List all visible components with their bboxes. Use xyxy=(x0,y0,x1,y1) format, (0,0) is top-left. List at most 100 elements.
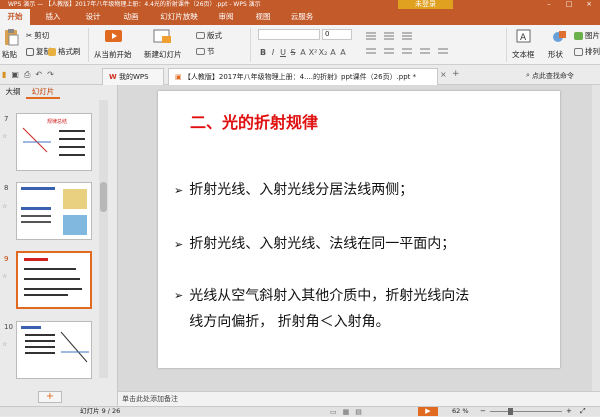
section-button[interactable]: 节 xyxy=(196,45,215,58)
view-buttons: ▭ ▦ ▤ xyxy=(330,408,400,416)
undo-icon[interactable]: ↶ xyxy=(35,70,42,80)
save-icon[interactable]: ▣ xyxy=(11,70,19,80)
fit-window-icon[interactable]: ⤢ xyxy=(580,407,586,416)
slide-thumbnail-9[interactable] xyxy=(16,251,92,309)
italic-button[interactable]: I xyxy=(268,47,278,58)
minimize-button[interactable]: – xyxy=(540,0,558,9)
bold-button[interactable]: B xyxy=(258,47,268,58)
slide-number: 7 xyxy=(4,115,9,123)
zoom-in-button[interactable]: + xyxy=(566,407,572,416)
bullet-arrow-icon: ➢ xyxy=(174,289,184,302)
login-button[interactable]: 未登录 xyxy=(398,0,453,9)
slide-canvas: 二、光的折射规律 ➢ 折射光线、入射光线分居法线两侧； ➢ 折射光线、入射光线、… xyxy=(118,85,600,391)
slide-thumbnail-10[interactable] xyxy=(16,321,92,379)
bullet-text: 折射光线、入射光线、法线在同一平面内； xyxy=(189,236,456,252)
bullet-item[interactable]: ➢ 折射光线、入射光线分居法线两侧； xyxy=(174,177,413,203)
play-icon[interactable] xyxy=(104,28,124,44)
slide-title[interactable]: 二、光的折射规律 xyxy=(190,109,318,133)
tab-home[interactable]: 开始 xyxy=(0,9,30,25)
grow-font-button[interactable]: A xyxy=(328,47,338,58)
wps-logo-icon: W xyxy=(109,73,117,81)
star-icon: ☆ xyxy=(2,273,8,280)
superscript-button[interactable]: X² xyxy=(308,47,318,58)
canvas-scrollbar[interactable] xyxy=(592,85,600,391)
slide-thumbnail-8[interactable] xyxy=(16,182,92,240)
tab-design[interactable]: 设计 xyxy=(80,9,106,25)
bullet-item[interactable]: ➢ 折射光线、入射光线、法线在同一平面内； xyxy=(174,231,455,257)
shrink-font-button[interactable]: A xyxy=(338,47,348,58)
sorter-view-icon[interactable]: ▦ xyxy=(343,408,350,416)
zoom-slider[interactable] xyxy=(490,411,562,412)
tab-slides[interactable]: 幻灯片 xyxy=(26,85,60,99)
close-window-button[interactable]: × xyxy=(580,0,598,9)
subscript-button[interactable]: X₂ xyxy=(318,47,328,58)
shape-button[interactable]: 形状 xyxy=(548,49,563,60)
reading-view-icon[interactable]: ▤ xyxy=(355,408,362,416)
svg-text:规律总结: 规律总结 xyxy=(47,118,67,125)
redo-icon[interactable]: ↷ xyxy=(47,70,54,80)
normal-view-icon[interactable]: ▭ xyxy=(330,408,337,416)
font-color-button[interactable]: A xyxy=(298,47,308,58)
bullet-arrow-icon: ➢ xyxy=(174,237,184,251)
from-current-button[interactable]: 从当前开始 xyxy=(94,49,132,60)
star-icon: ☆ xyxy=(2,133,8,140)
print-icon[interactable]: ⎙ xyxy=(24,70,30,80)
slide-panel-scrollbar[interactable] xyxy=(99,100,108,378)
textbox-icon[interactable]: A xyxy=(516,28,532,44)
document-tab-bar: ▮ ▣ ⎙ ↶ ↷ W 我的WPS ▣ 【人教版】2017年八年级物理上册：4.… xyxy=(0,65,600,85)
tab-review[interactable]: 审阅 xyxy=(213,9,239,25)
font-family-select[interactable] xyxy=(258,29,320,40)
paragraph-group xyxy=(362,29,502,59)
tab-insert[interactable]: 插入 xyxy=(40,9,66,25)
paste-label[interactable]: 粘贴 xyxy=(2,49,17,60)
slide-number: 8 xyxy=(4,184,9,192)
brush-icon xyxy=(48,47,56,56)
bullet-text: 折射光线、入射光线分居法线两侧； xyxy=(189,182,414,198)
tab-outline[interactable]: 大纲 xyxy=(0,85,26,99)
divider xyxy=(506,28,507,62)
bullet-text: 光线从空气斜射入其他介质中，折射光线向法 线方向偏折， 折射角＜入射角。 xyxy=(189,288,470,330)
picture-icon xyxy=(574,31,583,40)
tab-slideshow[interactable]: 幻灯片放映 xyxy=(155,9,203,25)
underline-button[interactable]: U xyxy=(278,47,288,58)
layout-icon xyxy=(196,32,205,39)
zoom-slider-handle[interactable] xyxy=(508,408,513,415)
layout-button[interactable]: 版式 xyxy=(196,29,222,42)
tab-cloud[interactable]: 云服务 xyxy=(285,9,319,25)
new-slide-icon[interactable] xyxy=(152,28,172,44)
tab-animation[interactable]: 动画 xyxy=(118,9,144,25)
zoom-out-button[interactable]: − xyxy=(480,407,486,416)
bullet-item[interactable]: ➢ 光线从空气斜射入其他介质中，折射光线向法 线方向偏折， 折射角＜入射角。 xyxy=(174,283,469,335)
maximize-button[interactable]: □ xyxy=(560,0,578,9)
play-slideshow-button[interactable]: ▶ xyxy=(418,407,438,416)
picture-button[interactable]: 图片 xyxy=(574,29,600,42)
tab-document[interactable]: ▣ 【人教版】2017年八年级物理上册：4....的折射》ppt课件（26页）.… xyxy=(168,68,438,85)
new-tab-button[interactable]: + xyxy=(452,69,460,79)
cut-button[interactable]: ✂ 剪切 xyxy=(26,29,49,42)
format-painter-button[interactable]: 格式刷 xyxy=(48,45,81,58)
divider xyxy=(250,28,251,62)
add-slide-button[interactable]: + xyxy=(38,391,62,403)
paste-icon[interactable] xyxy=(2,28,20,46)
textbox-button[interactable]: 文本框 xyxy=(512,49,535,60)
font-size-select[interactable]: 0 xyxy=(322,29,352,40)
slide-number: 9 xyxy=(4,255,9,263)
svg-text:A: A xyxy=(520,33,527,43)
slide-thumbnail-7[interactable]: 规律总结 xyxy=(16,113,92,171)
slide[interactable]: 二、光的折射规律 ➢ 折射光线、入射光线分居法线两侧； ➢ 折射光线、入射光线、… xyxy=(158,91,560,368)
close-tab-button[interactable]: × xyxy=(440,70,447,79)
new-slide-button[interactable]: 新建幻灯片 xyxy=(144,49,182,60)
tab-view[interactable]: 视图 xyxy=(250,9,276,25)
scrollbar-thumb[interactable] xyxy=(100,182,107,212)
play-icon: ▶ xyxy=(425,407,431,415)
strike-button[interactable]: S xyxy=(288,47,298,58)
folder-icon[interactable]: ▮ xyxy=(2,70,6,80)
tab-my-wps[interactable]: W 我的WPS xyxy=(102,68,164,85)
notes-area[interactable]: 单击此处添加备注 xyxy=(118,391,600,406)
arrange-button[interactable]: 排列 xyxy=(574,45,600,58)
section-icon xyxy=(196,48,205,55)
command-search[interactable]: ⌕ 点此查找命令 xyxy=(526,70,598,81)
star-icon: ☆ xyxy=(2,341,8,348)
search-icon: ⌕ xyxy=(526,71,530,79)
shape-icon[interactable] xyxy=(552,28,568,44)
